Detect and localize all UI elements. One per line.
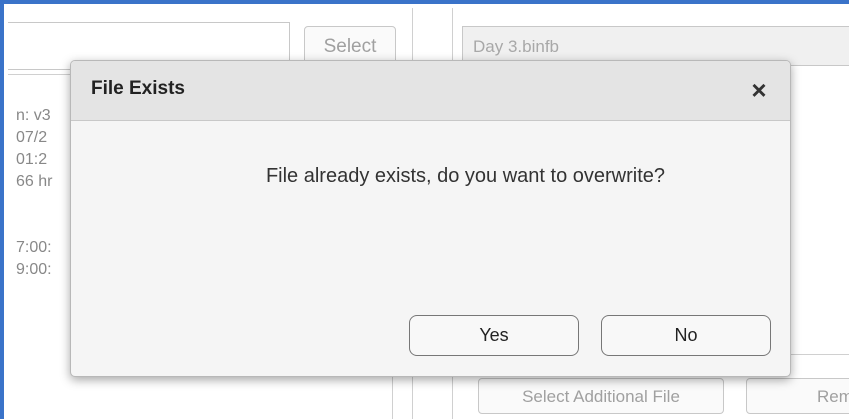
file-exists-dialog: File Exists × File already exists, do yo…: [70, 60, 791, 377]
info-line: 9:00:: [16, 261, 52, 278]
dialog-title: File Exists: [91, 78, 185, 99]
yes-button[interactable]: Yes: [409, 315, 579, 356]
close-icon[interactable]: ×: [744, 73, 774, 107]
info-line: 66 hr: [16, 173, 53, 190]
app-window: Select n: v3 07/2 01:2 66 hr 7:00: 9:00:…: [0, 0, 849, 419]
no-button[interactable]: No: [601, 315, 771, 356]
info-line: 07/2: [16, 129, 48, 146]
info-line: n: v3: [16, 107, 51, 124]
remove-button[interactable]: Remo: [746, 378, 849, 414]
info-line: 7:00:: [16, 239, 52, 256]
info-line: 01:2: [16, 151, 48, 168]
dialog-message: File already exists, do you want to over…: [265, 165, 666, 187]
select-additional-file-button[interactable]: Select Additional File: [478, 378, 724, 414]
dialog-header: File Exists ×: [71, 61, 790, 121]
